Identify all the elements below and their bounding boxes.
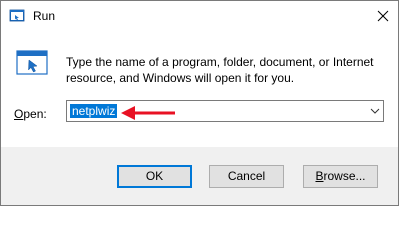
ok-button[interactable]: OK	[117, 165, 192, 188]
open-input-selected-text[interactable]: netplwiz	[70, 104, 118, 118]
browse-accelerator: B	[315, 169, 324, 183]
instruction-text: Type the name of a program, folder, docu…	[66, 55, 374, 85]
browse-button[interactable]: Browse...	[303, 165, 378, 188]
run-dialog: Run Type the name of a program, folder, …	[0, 0, 399, 206]
red-arrow-annotation-icon	[121, 106, 175, 120]
close-icon[interactable]	[368, 1, 398, 31]
browse-label: rowse...	[323, 169, 366, 183]
run-program-icon	[16, 50, 48, 75]
window-title: Run	[33, 9, 56, 23]
open-label: Open:	[14, 107, 47, 121]
run-app-icon	[9, 9, 25, 22]
cancel-button[interactable]: Cancel	[209, 165, 284, 188]
open-label-text: pen:	[23, 107, 47, 121]
chevron-down-icon[interactable]	[370, 106, 380, 116]
open-combobox[interactable]: netplwiz	[66, 100, 384, 122]
title-bar[interactable]: Run	[1, 1, 398, 32]
open-label-accelerator: O	[14, 107, 24, 121]
